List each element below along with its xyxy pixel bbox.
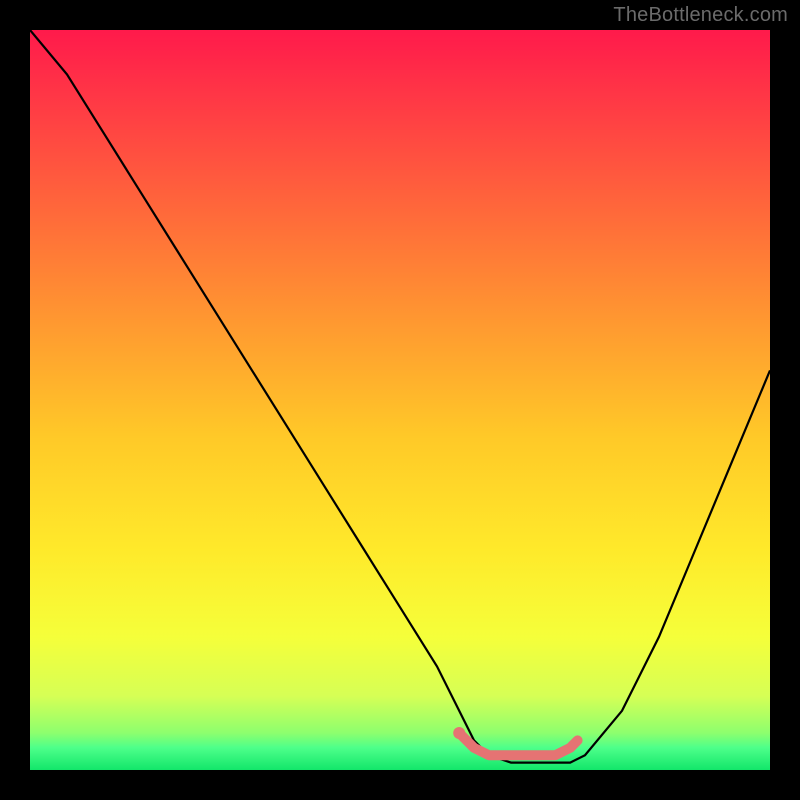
gradient-background <box>30 30 770 770</box>
chart-frame: TheBottleneck.com <box>0 0 800 800</box>
optimal-start-dot <box>453 727 465 739</box>
watermark-text: TheBottleneck.com <box>613 4 788 27</box>
chart-svg <box>30 30 770 770</box>
plot-area <box>30 30 770 770</box>
